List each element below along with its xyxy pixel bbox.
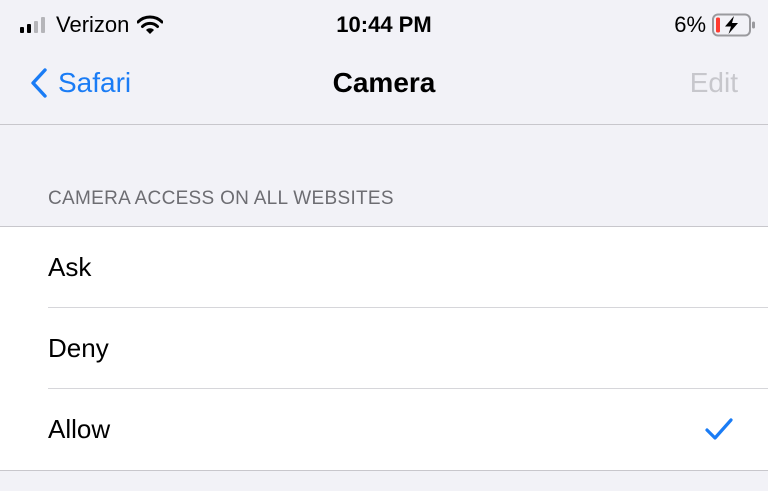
camera-access-options: Ask Deny Allow (0, 226, 768, 471)
option-label: Ask (48, 252, 92, 282)
status-right: 6% (674, 12, 756, 38)
option-deny[interactable]: Deny (0, 308, 768, 389)
checkmark-icon (705, 418, 733, 440)
navigation-bar: Safari Camera Edit (0, 48, 768, 125)
option-allow[interactable]: Allow (0, 389, 768, 470)
battery-charging-icon (712, 13, 755, 37)
battery-percent: 6% (674, 12, 706, 37)
status-time: 10:44 PM (336, 12, 432, 37)
option-label: Deny (48, 333, 109, 363)
status-bar: Verizon 10:44 PM 6% (0, 0, 768, 48)
option-ask[interactable]: Ask (0, 227, 768, 308)
page-title: Camera (332, 67, 436, 98)
section-header: CAMERA ACCESS ON ALL WEBSITES (48, 188, 394, 209)
edit-button[interactable]: Edit (690, 66, 738, 100)
option-label: Allow (48, 414, 111, 444)
